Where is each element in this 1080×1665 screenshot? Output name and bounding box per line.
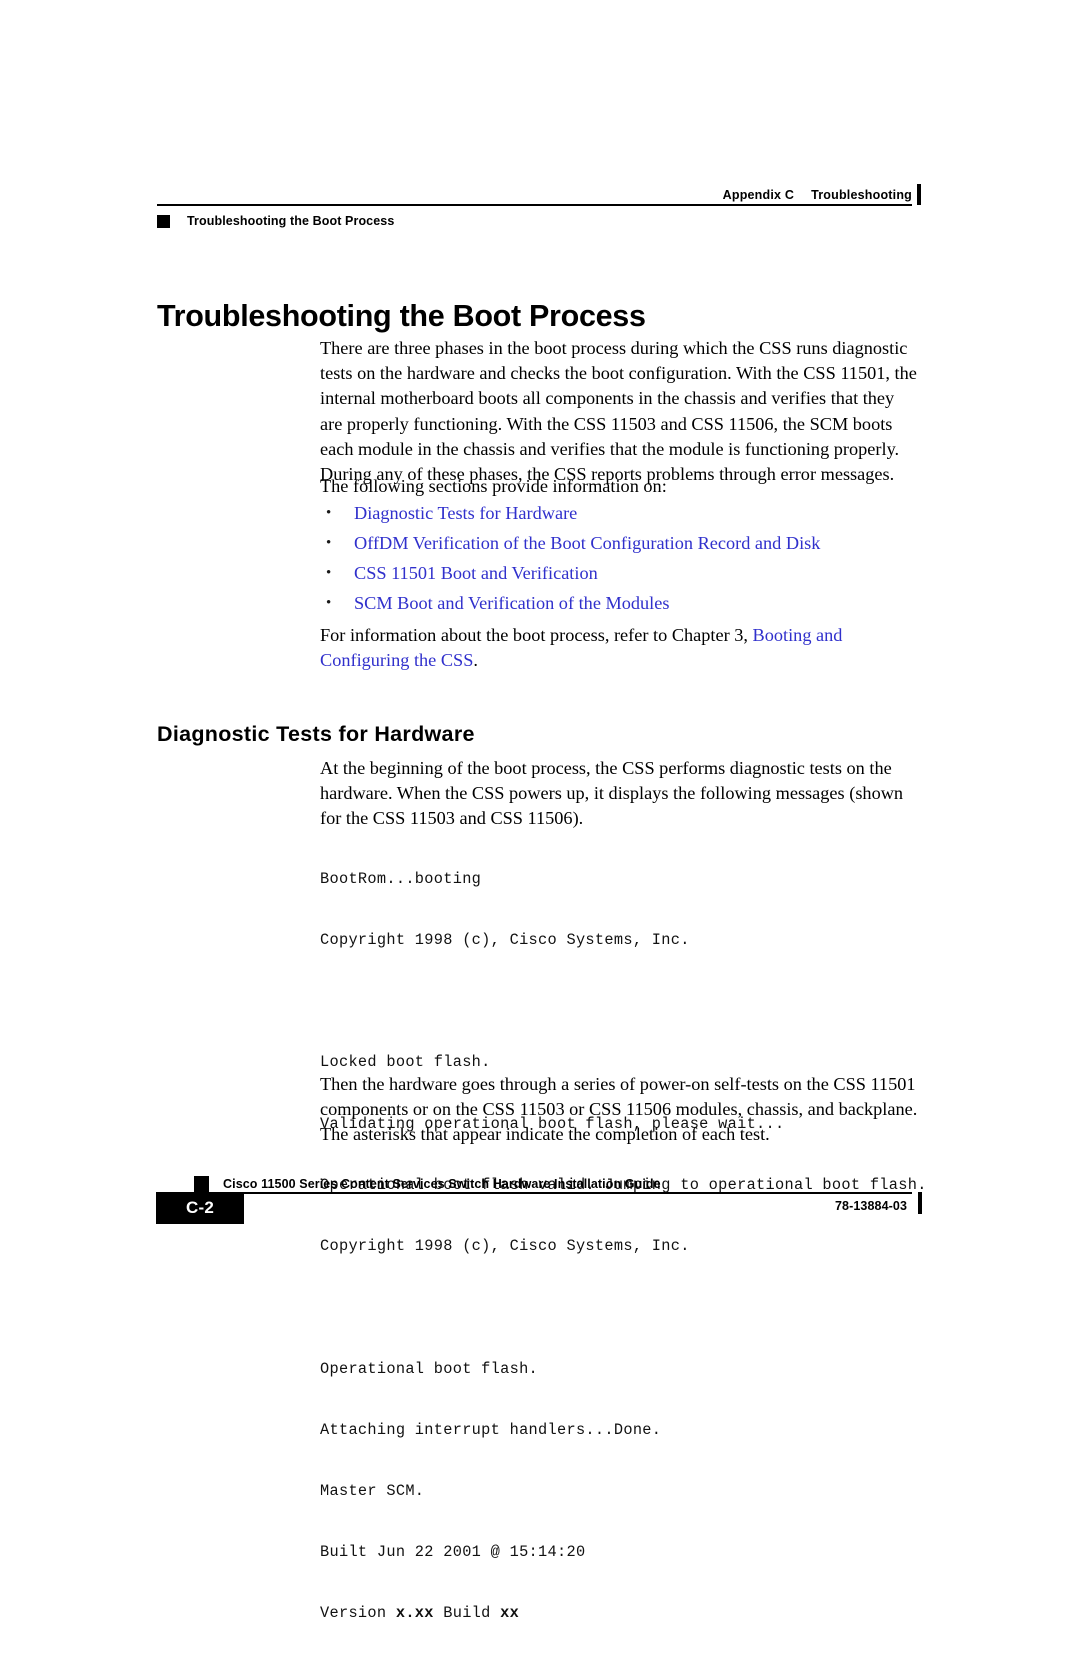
code-line: Built Jun 22 2001 @ 15:14:20 xyxy=(320,1543,586,1562)
code-line: BootRom...booting xyxy=(320,869,482,888)
diagnostic-paragraph-block: At the beginning of the boot process, th… xyxy=(320,756,920,832)
bullet-icon: • xyxy=(326,565,332,581)
sections-lead-text: The following sections provide informati… xyxy=(320,476,667,496)
section-link[interactable]: SCM Boot and Verification of the Modules xyxy=(354,591,670,616)
sections-lead-block: The following sections provide informati… xyxy=(320,474,920,499)
code-line: Operational boot flash. xyxy=(320,1359,539,1378)
bullet-icon: • xyxy=(326,505,332,521)
crossref-before-text: For information about the boot process, … xyxy=(320,625,753,645)
version-prefix: Version xyxy=(320,1604,396,1623)
footer-guide-title: Cisco 11500 Series Content Services Swit… xyxy=(223,1177,661,1191)
section-link[interactable]: Diagnostic Tests for Hardware xyxy=(354,501,577,526)
bullet-icon: • xyxy=(326,535,332,551)
footer-edge-tick xyxy=(918,1192,922,1214)
footer-rule xyxy=(209,1192,912,1194)
section-link[interactable]: OffDM Verification of the Boot Configura… xyxy=(354,531,820,556)
header-top-row: Appendix C Troubleshooting xyxy=(157,182,912,204)
header-chapter-info: Appendix C Troubleshooting xyxy=(723,188,912,204)
list-item[interactable]: • OffDM Verification of the Boot Configu… xyxy=(320,531,920,561)
header-bottom-row: Troubleshooting the Boot Process xyxy=(157,212,912,230)
header-square-marker-icon xyxy=(157,214,170,228)
code-line: Master SCM. xyxy=(320,1481,425,1500)
boot-console-output: BootRom...booting Copyright 1998 (c), Ci… xyxy=(320,828,926,1665)
running-footer: Cisco 11500 Series Content Services Swit… xyxy=(156,1176,922,1224)
code-line: Copyright 1998 (c), Cisco Systems, Inc. xyxy=(320,931,690,950)
header-rule xyxy=(157,204,912,206)
list-item[interactable]: • CSS 11501 Boot and Verification xyxy=(320,561,920,591)
section-title: Diagnostic Tests for Hardware xyxy=(157,721,475,746)
page-title: Troubleshooting the Boot Process xyxy=(157,299,646,334)
build-value: xx xyxy=(500,1604,520,1623)
closing-paragraph: Then the hardware goes through a series … xyxy=(320,1074,918,1145)
header-edge-tick xyxy=(917,184,921,205)
bullet-icon: • xyxy=(326,595,332,611)
code-line: Attaching interrupt handlers...Done. xyxy=(320,1420,662,1439)
section-link[interactable]: CSS 11501 Boot and Verification xyxy=(354,561,598,586)
footer-square-marker-icon xyxy=(194,1176,209,1192)
closing-paragraph-block: Then the hardware goes through a series … xyxy=(320,1072,920,1148)
crossref-paragraph: For information about the boot process, … xyxy=(320,623,920,673)
intro-paragraph: There are three phases in the boot proce… xyxy=(320,338,917,485)
diagnostic-paragraph: At the beginning of the boot process, th… xyxy=(320,758,904,829)
intro-paragraph-block: There are three phases in the boot proce… xyxy=(320,336,920,487)
header-chapter-title: Troubleshooting xyxy=(811,188,912,202)
document-number: 78-13884-03 xyxy=(835,1199,907,1213)
code-line: Locked boot flash. xyxy=(320,1053,491,1072)
document-page: Appendix C Troubleshooting Troubleshootin… xyxy=(0,0,1080,1622)
running-header: Appendix C Troubleshooting Troubleshootin… xyxy=(157,182,921,230)
list-item[interactable]: • SCM Boot and Verification of the Modul… xyxy=(320,591,920,621)
header-section-label: Troubleshooting the Boot Process xyxy=(187,214,395,228)
crossref-block: For information about the boot process, … xyxy=(320,623,920,673)
section-links-list: • Diagnostic Tests for Hardware • OffDM … xyxy=(320,501,920,621)
version-middle: Build xyxy=(433,1604,501,1623)
version-value: x.xx xyxy=(395,1604,434,1623)
header-chapter-label: Appendix C xyxy=(722,188,795,202)
list-item[interactable]: • Diagnostic Tests for Hardware xyxy=(320,501,920,531)
crossref-after-text: . xyxy=(473,650,478,671)
code-line: Copyright 1998 (c), Cisco Systems, Inc. xyxy=(320,1237,690,1256)
code-line-version: Version x.xx Build xx xyxy=(320,1603,920,1623)
